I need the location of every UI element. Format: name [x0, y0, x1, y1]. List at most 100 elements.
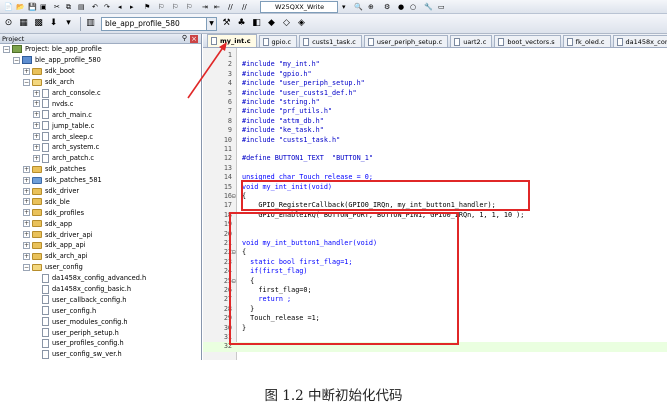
indent-icon[interactable]: ⇥ [202, 2, 208, 12]
expand-icon[interactable]: + [33, 89, 40, 97]
build-icon[interactable]: ▦ [17, 17, 30, 30]
editor-tab[interactable]: fk_oled.c [562, 35, 611, 47]
expand-icon[interactable]: + [23, 252, 30, 260]
tree-item[interactable]: − user_config [0, 262, 201, 273]
tree-item[interactable]: user_config_sw_ver.h [0, 349, 201, 360]
tree-item[interactable]: − ble_app_profile_580 [0, 55, 201, 66]
editor-tab[interactable]: da1458x_config_bas [612, 35, 667, 47]
undo-icon[interactable]: ↶ [92, 2, 98, 12]
editor-tab[interactable]: custs1_task.c [299, 35, 362, 47]
redo-icon[interactable]: ↷ [104, 2, 110, 12]
expand-icon[interactable]: + [33, 122, 40, 130]
tree-item[interactable]: + sdk_patches [0, 164, 201, 175]
expand-icon[interactable]: + [23, 209, 30, 217]
expand-icon[interactable]: + [33, 111, 40, 119]
expand-icon[interactable]: + [23, 198, 30, 206]
pin-icon[interactable]: ⚲ [182, 34, 187, 42]
new-file-icon[interactable]: 📄 [4, 2, 13, 12]
download-icon[interactable]: ⬇ [47, 17, 60, 30]
tree-item[interactable]: + arch_system.c [0, 142, 201, 153]
zoom-icon[interactable]: ⊕ [368, 2, 374, 12]
editor-tab[interactable]: boot_vectors.s [494, 35, 561, 47]
paste-icon[interactable]: ▤ [78, 2, 85, 12]
rebuild-icon[interactable]: ▩ [32, 17, 45, 30]
expand-icon[interactable]: + [33, 154, 40, 162]
expand-icon[interactable]: + [23, 231, 30, 239]
unindent-icon[interactable]: ⇤ [214, 2, 220, 12]
tree-item[interactable]: − Project: ble_app_profile [0, 44, 201, 55]
clear-bookmarks-icon[interactable]: ⚐ [186, 2, 192, 12]
tree-item[interactable]: + sdk_patches_581 [0, 175, 201, 186]
find-in-files-icon[interactable]: 🔍 [354, 2, 363, 12]
save-icon[interactable]: 💾 [28, 2, 37, 12]
editor-tab[interactable]: gpio.c [258, 35, 298, 47]
target-dropdown-arrow[interactable]: ▼ [207, 16, 217, 31]
target-select[interactable]: ble_app_profile_580 [101, 16, 207, 31]
save-all-icon[interactable]: ▣ [40, 2, 47, 12]
tree-item[interactable]: + sdk_arch_api [0, 251, 201, 262]
target-options-icon[interactable]: ⚒ [220, 17, 233, 30]
tree-item[interactable]: + sdk_app_api [0, 240, 201, 251]
bookmark-icon[interactable]: ⚑ [144, 2, 150, 12]
tree-item[interactable]: user_periph_setup.h [0, 327, 201, 338]
expand-icon[interactable]: + [23, 165, 30, 173]
find-combo[interactable]: W25QXX_Write [260, 1, 338, 13]
collapse-icon[interactable]: − [23, 78, 30, 86]
breakpoint-disable-icon[interactable]: ○ [410, 2, 416, 12]
expand-icon[interactable]: + [23, 67, 30, 75]
expand-icon[interactable]: + [23, 241, 30, 249]
select-packs-icon[interactable]: ◇ [280, 17, 293, 30]
editor-tab[interactable]: uart2.c [450, 35, 493, 47]
expand-icon[interactable]: + [33, 133, 40, 141]
tree-item[interactable]: + sdk_ble [0, 196, 201, 207]
tree-item[interactable]: + nvds.c [0, 98, 201, 109]
collapse-icon[interactable]: − [23, 263, 30, 271]
bookmark-prev-icon[interactable]: ⚐ [158, 2, 164, 12]
expand-icon[interactable]: + [33, 100, 40, 108]
collapse-icon[interactable]: − [3, 45, 10, 53]
nav-forward-icon[interactable]: ▸ [130, 2, 134, 12]
tree-item[interactable]: + sdk_boot [0, 66, 201, 77]
open-file-icon[interactable]: 📂 [16, 2, 25, 12]
rte-icon[interactable]: ◈ [295, 17, 308, 30]
file-extensions-icon[interactable]: ◧ [250, 17, 263, 30]
translate-icon[interactable]: ⊙ [2, 17, 15, 30]
tree-item[interactable]: + arch_console.c [0, 88, 201, 99]
fold-toggle-icon[interactable]: ⊟ [232, 192, 238, 201]
expand-icon[interactable]: + [33, 143, 40, 151]
tree-item[interactable]: da1458x_config_basic.h [0, 284, 201, 295]
expand-icon[interactable]: + [23, 176, 30, 184]
tree-item[interactable]: user_modules_config.h [0, 316, 201, 327]
tree-item[interactable]: + sdk_app [0, 218, 201, 229]
expand-icon[interactable]: + [23, 187, 30, 195]
debug-icon[interactable]: ⚙ [384, 2, 390, 12]
pack-installer-icon[interactable]: ◆ [265, 17, 278, 30]
tree-item[interactable]: user_callback_config.h [0, 294, 201, 305]
expand-icon[interactable]: + [23, 220, 30, 228]
load-icon[interactable]: ▥ [84, 17, 97, 30]
tree-item[interactable]: + sdk_driver [0, 186, 201, 197]
comment-icon[interactable]: // [228, 2, 233, 12]
copy-icon[interactable]: ⧉ [66, 2, 71, 12]
config-icon[interactable]: 🔧 [424, 2, 433, 12]
tree-item[interactable]: + arch_sleep.c [0, 131, 201, 142]
uncomment-icon[interactable]: // [242, 2, 247, 12]
cut-icon[interactable]: ✂ [54, 2, 60, 12]
window-layout-icon[interactable]: ▭ [438, 2, 445, 12]
tree-item[interactable]: + jump_table.c [0, 120, 201, 131]
editor-tab[interactable]: my_int.c [207, 34, 257, 47]
manage-project-icon[interactable]: ♣ [235, 17, 248, 30]
editor-tab[interactable]: user_periph_setup.c [363, 35, 449, 47]
breakpoint-icon[interactable]: ● [398, 2, 404, 12]
tree-item[interactable]: − sdk_arch [0, 77, 201, 88]
nav-back-icon[interactable]: ◂ [118, 2, 122, 12]
tree-item[interactable]: da1458x_config_advanced.h [0, 273, 201, 284]
find-dropdown-icon[interactable]: ▾ [342, 2, 346, 12]
tree-item[interactable]: user_config.h [0, 305, 201, 316]
tree-item[interactable]: + arch_main.c [0, 109, 201, 120]
tree-item[interactable]: + arch_patch.c [0, 153, 201, 164]
batch-build-icon[interactable]: ▾ [62, 17, 75, 30]
tree-item[interactable]: user_profiles_config.h [0, 338, 201, 349]
close-icon[interactable]: × [190, 35, 198, 43]
bookmark-next-icon[interactable]: ⚐ [172, 2, 178, 12]
